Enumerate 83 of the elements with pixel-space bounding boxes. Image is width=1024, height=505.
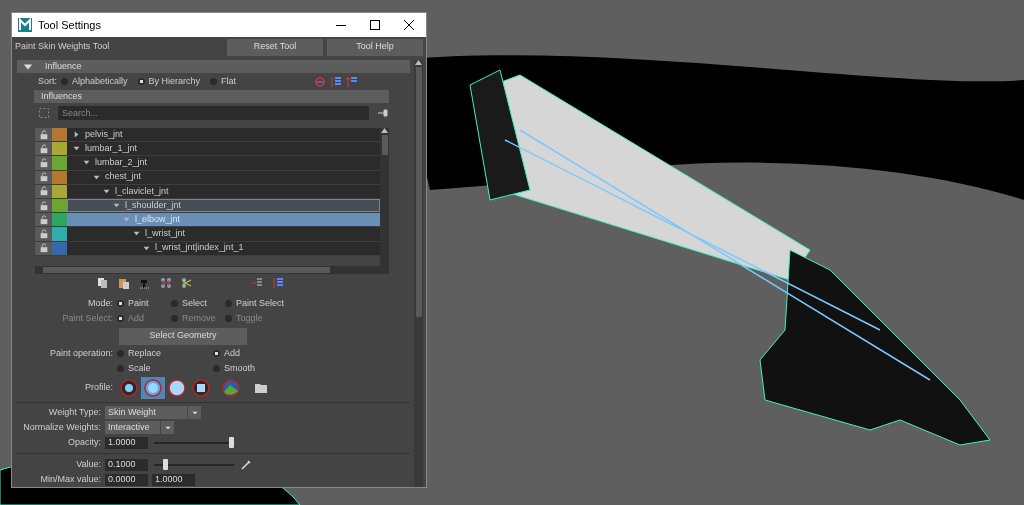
solid-brush-icon[interactable]: [165, 377, 189, 399]
section-title: Influence: [45, 60, 82, 73]
radio-button[interactable]: Scale: [117, 361, 213, 376]
joint-chain-icon[interactable]: [160, 277, 172, 289]
number-field[interactable]: 0.0000: [105, 473, 148, 486]
radio-button[interactable]: By Hierarchy: [137, 74, 201, 89]
radio-button[interactable]: Smooth: [213, 361, 309, 376]
radio-button[interactable]: Flat: [210, 74, 237, 89]
lock-icon[interactable]: [38, 172, 49, 183]
app-logo-icon: [18, 18, 32, 32]
dropdown[interactable]: Skin Weight: [105, 406, 201, 419]
close-icon[interactable]: [404, 20, 414, 30]
collapse-list-icon[interactable]: [251, 277, 263, 289]
field-label: Mode:: [87, 296, 114, 310]
paste-icon[interactable]: [118, 277, 130, 289]
field-label: Normalize Weights:: [22, 420, 102, 434]
search-field[interactable]: Search...: [58, 106, 369, 120]
selection-frame-icon[interactable]: [38, 107, 50, 119]
field-label: Value:: [75, 457, 102, 471]
expand-arrow-icon[interactable]: [113, 202, 120, 210]
slider-thumb[interactable]: [163, 459, 168, 470]
tree-item[interactable]: l_wrist_jnt: [67, 227, 380, 241]
field-label: Opacity:: [67, 435, 102, 449]
tree-item[interactable]: pelvis_jnt: [67, 128, 380, 142]
window-title: Tool Settings: [38, 17, 101, 33]
expand-arrow-icon[interactable]: [133, 230, 140, 238]
tool-name: Paint Skin Weights Tool: [15, 40, 111, 54]
radio-button[interactable]: Paint Select: [225, 296, 285, 311]
lock-icon[interactable]: [38, 200, 49, 211]
select-geometry-button[interactable]: Select Geometry: [119, 327, 247, 345]
horizontal-scrollbar[interactable]: [35, 266, 389, 274]
field-label: Paint operation:: [48, 346, 114, 360]
soft-brush-icon[interactable]: [141, 377, 165, 399]
radio-button[interactable]: Add: [213, 346, 309, 361]
eyedropper-icon[interactable]: [240, 458, 252, 471]
lock-icon[interactable]: [38, 129, 49, 140]
tree-item[interactable]: lumbar_1_jnt: [67, 142, 380, 156]
pin-icon[interactable]: [377, 107, 389, 119]
expand-arrow-icon[interactable]: [83, 159, 90, 167]
gaussian-brush-icon[interactable]: [117, 377, 141, 399]
scroll-up-arrow-icon[interactable]: [381, 128, 388, 133]
tree-scrollbar[interactable]: [380, 128, 389, 266]
lock-icon[interactable]: [38, 143, 49, 154]
collapse-arrow-icon[interactable]: [73, 131, 80, 139]
number-field[interactable]: 1.0000: [105, 436, 148, 449]
dropdown[interactable]: Interactive: [105, 421, 174, 434]
number-field[interactable]: 1.0000: [152, 473, 195, 486]
lock-icon[interactable]: [38, 157, 49, 168]
expand-arrow-icon[interactable]: [93, 173, 100, 181]
radio-button[interactable]: Alphabetically: [61, 74, 128, 89]
expand-arrow-icon[interactable]: [143, 244, 150, 252]
square-brush-icon[interactable]: [189, 377, 213, 399]
radio-button[interactable]: Paint: [117, 296, 165, 311]
image-brush-icon[interactable]: [219, 377, 243, 399]
field-label: Paint Select:: [61, 311, 114, 325]
sort-up-icon[interactable]: [346, 75, 359, 88]
joint-branch-icon[interactable]: [181, 277, 193, 289]
tool-button[interactable]: Tool Help: [327, 38, 423, 56]
scroll-up-arrow-icon[interactable]: [415, 60, 422, 65]
influences-header: Influences: [34, 90, 389, 103]
slider-thumb[interactable]: [229, 437, 234, 448]
sort-list-icon[interactable]: [330, 75, 343, 88]
expand-arrow-icon[interactable]: [103, 187, 110, 195]
radio-button[interactable]: Replace: [117, 346, 213, 361]
number-field[interactable]: 0.1000: [105, 458, 148, 471]
expand-arrow-icon[interactable]: [73, 145, 80, 153]
sort-label: Sort:: [38, 74, 57, 88]
tree-item[interactable]: lumbar_2_jnt: [67, 156, 380, 170]
lock-icon[interactable]: [38, 228, 49, 239]
field-label: Min/Max value:: [39, 472, 102, 486]
lock-icon[interactable]: [38, 186, 49, 197]
expand-list-icon[interactable]: [272, 277, 284, 289]
radio-button[interactable]: Select: [171, 296, 219, 311]
hammer-icon[interactable]: [139, 277, 151, 289]
section-header[interactable]: Influence: [17, 60, 410, 73]
maximize-icon[interactable]: [370, 20, 380, 30]
lock-icon[interactable]: [38, 243, 49, 254]
copy-icon[interactable]: [97, 277, 109, 289]
field-label: Weight Type:: [47, 405, 102, 419]
tool-button[interactable]: Reset Tool: [227, 38, 323, 56]
field-label: Profile:: [84, 381, 114, 395]
vertical-scrollbar[interactable]: [414, 60, 423, 487]
lock-icon[interactable]: [38, 214, 49, 225]
